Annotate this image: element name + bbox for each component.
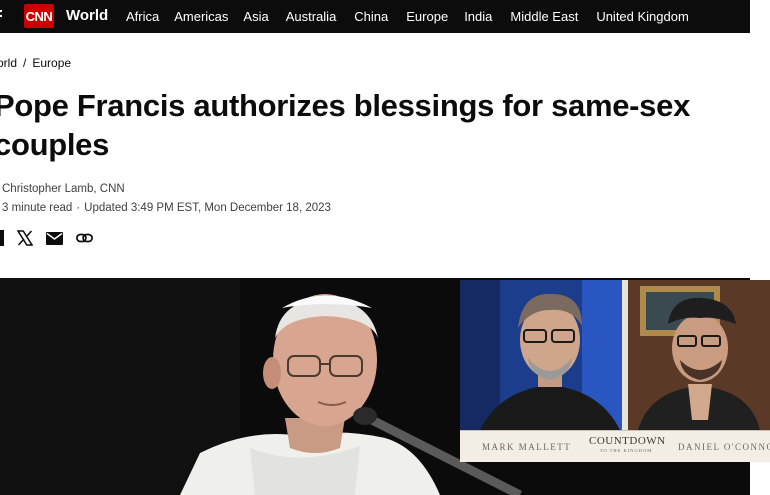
host-name-left: MARK MALLETT — [482, 442, 572, 452]
section-title[interactable]: World — [66, 7, 108, 24]
nav-link-australia[interactable]: Australia — [286, 9, 337, 24]
show-subtitle: TO THE KINGDOM — [599, 448, 653, 453]
nav-link-africa[interactable]: Africa — [126, 9, 159, 24]
breadcrumb: orld / Europe — [0, 56, 71, 70]
nav-link-india[interactable]: India — [464, 9, 492, 24]
nav-link-europe[interactable]: Europe — [406, 9, 448, 24]
share-bar — [0, 229, 93, 247]
facebook-icon[interactable] — [0, 229, 4, 247]
video-frame — [460, 280, 770, 430]
breadcrumb-separator: / — [23, 56, 27, 70]
x-icon[interactable] — [17, 229, 33, 247]
link-icon[interactable] — [76, 229, 93, 247]
lower-third: MARK MALLETT COUNTDOWN TO THE KINGDOM DA… — [460, 430, 770, 462]
host-name-right: DANIEL O'CONNO — [678, 442, 770, 452]
breadcrumb-europe[interactable]: Europe — [32, 56, 71, 70]
email-icon[interactable] — [46, 229, 63, 247]
article-headline: Pope Francis authorizes blessings for sa… — [0, 88, 691, 162]
nav-link-middle-east[interactable]: Middle East — [510, 9, 578, 24]
nav-link-americas[interactable]: Americas — [174, 9, 228, 24]
nav-links: Africa Americas Asia Australia China Eur… — [126, 9, 689, 24]
breadcrumb-world[interactable]: orld — [0, 56, 17, 70]
cnn-logo[interactable]: CNN — [24, 4, 54, 28]
show-title: COUNTDOWN — [589, 435, 666, 447]
meta-separator: · — [76, 202, 81, 214]
timestamp: 3 minute read · Updated 3:49 PM EST, Mon D… — [2, 202, 331, 214]
show-logo: COUNTDOWN TO THE KINGDOM — [589, 435, 666, 453]
nav-link-united-kingdom[interactable]: United Kingdom — [596, 9, 689, 24]
read-time: 3 minute read — [2, 202, 73, 214]
menu-icon[interactable] — [0, 10, 2, 22]
video-overlay[interactable]: MARK MALLETT COUNTDOWN TO THE KINGDOM DA… — [460, 280, 770, 462]
author-link[interactable]: Christopher Lamb, CNN — [2, 183, 125, 195]
nav-link-asia[interactable]: Asia — [243, 9, 268, 24]
top-nav: CNN World Africa Americas Asia Australia… — [0, 0, 750, 33]
byline: Christopher Lamb, CNN — [2, 183, 125, 195]
nav-link-china[interactable]: China — [354, 9, 388, 24]
updated-time: Updated 3:49 PM EST, Mon December 18, 20… — [84, 202, 331, 214]
